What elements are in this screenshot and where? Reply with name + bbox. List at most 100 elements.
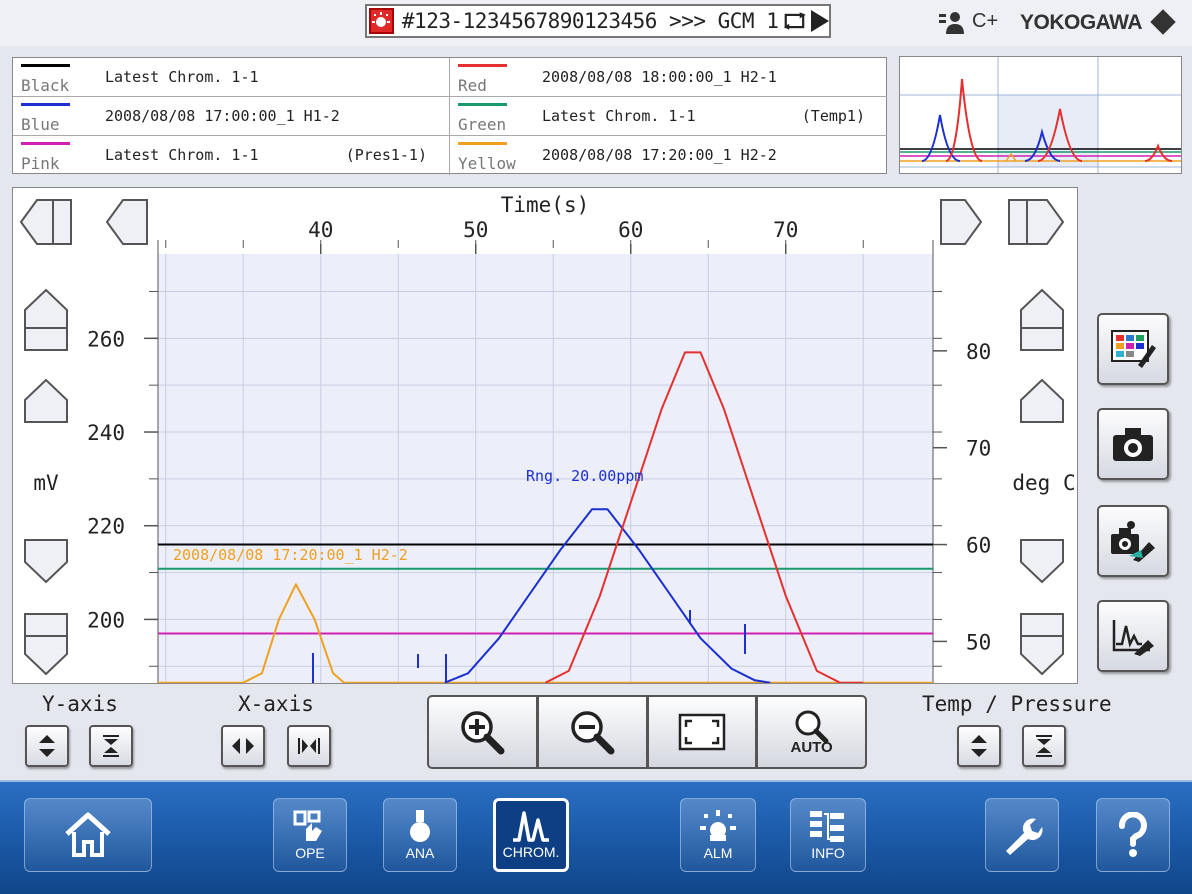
up-down-arrow-icon — [971, 735, 987, 757]
chart-canvas: 40 50 60 7020022024026050607080 Time(s) mV … — [33, 193, 1076, 683]
x-axis-label: X-axis — [238, 692, 314, 716]
cycle-icon — [784, 12, 807, 30]
legend-color-name: Yellow — [458, 154, 516, 173]
legend-row[interactable]: Red 2008/08/08 18:00:00_1 H2-1 — [450, 58, 887, 97]
scroll-up-fast-right-button[interactable] — [1019, 288, 1065, 352]
chromatogram-overview[interactable] — [899, 56, 1182, 174]
annotation-yellow-trace: 2008/08/08 17:20:00_1 H2-2 — [173, 546, 408, 564]
play-icon[interactable] — [811, 10, 829, 32]
zoom-out-button[interactable] — [536, 695, 647, 769]
legend-row[interactable]: Blue 2008/08/08 17:00:00_1 H1-2 — [13, 97, 450, 136]
y2-tick-label: 80 — [966, 340, 991, 364]
fit-screen-icon — [678, 713, 726, 751]
nav-ana-button[interactable]: ANA — [383, 798, 457, 872]
nav-ana-label: ANA — [405, 845, 435, 861]
scroll-right-fast-button[interactable] — [1007, 198, 1067, 246]
nav-info-button[interactable]: INFO — [790, 798, 866, 872]
brand-logo: YOKOGAWA — [1020, 11, 1143, 34]
bottom-navigation: OPE ANA CHROM. ALM INFO — [0, 780, 1192, 894]
compress-vertical-icon — [1036, 735, 1052, 757]
user-icon[interactable] — [938, 10, 964, 36]
y-tick-label: 200 — [87, 608, 125, 632]
legend-suffix: (Pres1-1) — [345, 146, 427, 164]
legend-description: Latest Chrom. 1-1 — [542, 107, 696, 125]
compress-horizontal-icon — [298, 738, 320, 754]
nav-chrom-button[interactable]: CHROM. — [493, 798, 569, 872]
chromatogram-chart[interactable]: 40 50 60 70 200 220 240 260 50 60 70 80 Time(s) mV … — [12, 187, 1078, 684]
zoom-in-button[interactable] — [427, 695, 537, 769]
temp-scroll-button[interactable] — [957, 725, 1001, 767]
legend-description: Latest Chrom. 1-1 — [105, 146, 259, 164]
fit-screen-button[interactable] — [646, 695, 757, 769]
nav-alm-button[interactable]: ALM — [680, 798, 756, 872]
scroll-down-fast-right-button[interactable] — [1019, 612, 1065, 676]
nav-maintenance-button[interactable] — [985, 798, 1059, 872]
color-settings-button[interactable] — [1097, 313, 1169, 385]
snapshot-settings-button[interactable] — [1097, 505, 1169, 577]
scroll-right-button[interactable] — [939, 198, 983, 246]
y-tick-label: 260 — [87, 327, 125, 351]
legend-row[interactable]: Pink Latest Chrom. 1-1 (Pres1-1) — [13, 136, 450, 175]
legend-description: Latest Chrom. 1-1 — [105, 68, 259, 86]
x-tick-label: 60 — [618, 218, 643, 242]
legend-description: 2008/08/08 17:00:00_1 H1-2 — [105, 107, 340, 125]
zoom-in-icon — [461, 711, 505, 755]
zoom-toolbar: AUTO — [427, 695, 867, 769]
trace-legend: Black Latest Chrom. 1-1 Red 2008/08/08 1… — [12, 57, 887, 175]
scroll-left-button[interactable] — [105, 198, 149, 246]
brand-diamond-icon — [1150, 9, 1176, 35]
legend-swatch — [458, 103, 507, 106]
scroll-down-button[interactable] — [23, 538, 69, 584]
legend-row[interactable]: Green Latest Chrom. 1-1 (Temp1) — [450, 97, 887, 136]
nav-chrom-label: CHROM. — [502, 844, 560, 860]
x-axis-zoom-button[interactable] — [287, 725, 331, 767]
temp-zoom-button[interactable] — [1022, 725, 1066, 767]
camera-icon — [1113, 428, 1153, 461]
legend-suffix: (Temp1) — [801, 107, 865, 125]
up-down-arrow-icon — [39, 735, 55, 757]
info-tree-icon — [810, 811, 844, 842]
temp-pressure-label: Temp / Pressure — [922, 692, 1112, 716]
alarm-icon — [700, 810, 736, 841]
scroll-up-fast-button[interactable] — [23, 288, 69, 352]
auto-zoom-button[interactable]: AUTO — [756, 695, 867, 769]
scroll-up-right-button[interactable] — [1019, 378, 1065, 424]
nav-ope-label: OPE — [295, 845, 325, 861]
legend-row[interactable]: Black Latest Chrom. 1-1 — [13, 58, 450, 97]
scroll-down-right-button[interactable] — [1019, 538, 1065, 584]
alarm-lamp-icon — [369, 8, 394, 34]
palette-icon — [1111, 330, 1156, 368]
auto-label: AUTO — [790, 738, 833, 756]
legend-color-name: Pink — [21, 154, 60, 173]
annotation-range: Rng. 20.00ppm — [526, 467, 643, 485]
flask-icon — [410, 810, 430, 842]
chromatogram-icon — [513, 811, 549, 842]
legend-swatch — [458, 64, 507, 67]
nav-ope-button[interactable]: OPE — [273, 798, 347, 872]
operation-icon — [293, 810, 322, 841]
legend-swatch — [21, 64, 70, 67]
home-icon — [65, 812, 111, 857]
legend-swatch — [458, 142, 507, 145]
help-icon — [1119, 812, 1147, 857]
x-tick-label: 40 — [308, 218, 333, 242]
scroll-down-fast-button[interactable] — [23, 612, 69, 676]
zoom-out-icon — [571, 711, 615, 755]
y-axis-label: Y-axis — [42, 692, 118, 716]
snapshot-button[interactable] — [1097, 408, 1169, 480]
legend-swatch — [21, 103, 70, 106]
nav-help-button[interactable] — [1096, 798, 1170, 872]
analyzer-selector[interactable]: #123-1234567890123456 >>> GCM 1 — [365, 4, 831, 38]
y-right-unit: deg C — [1012, 471, 1075, 495]
chart-settings-button[interactable] — [1097, 600, 1169, 672]
y-axis-scroll-button[interactable] — [25, 725, 69, 767]
x-axis-scroll-button[interactable] — [221, 725, 265, 767]
legend-row[interactable]: Yellow 2008/08/08 17:20:00_1 H2-2 — [450, 136, 887, 175]
nav-home-button[interactable] — [24, 798, 152, 872]
legend-color-name: Blue — [21, 115, 60, 134]
user-level-text: C+ — [972, 10, 999, 32]
scroll-left-fast-button[interactable] — [19, 198, 75, 246]
scroll-up-button[interactable] — [23, 378, 69, 424]
y-axis-zoom-button[interactable] — [89, 725, 133, 767]
y-tick-label: 220 — [87, 515, 125, 539]
